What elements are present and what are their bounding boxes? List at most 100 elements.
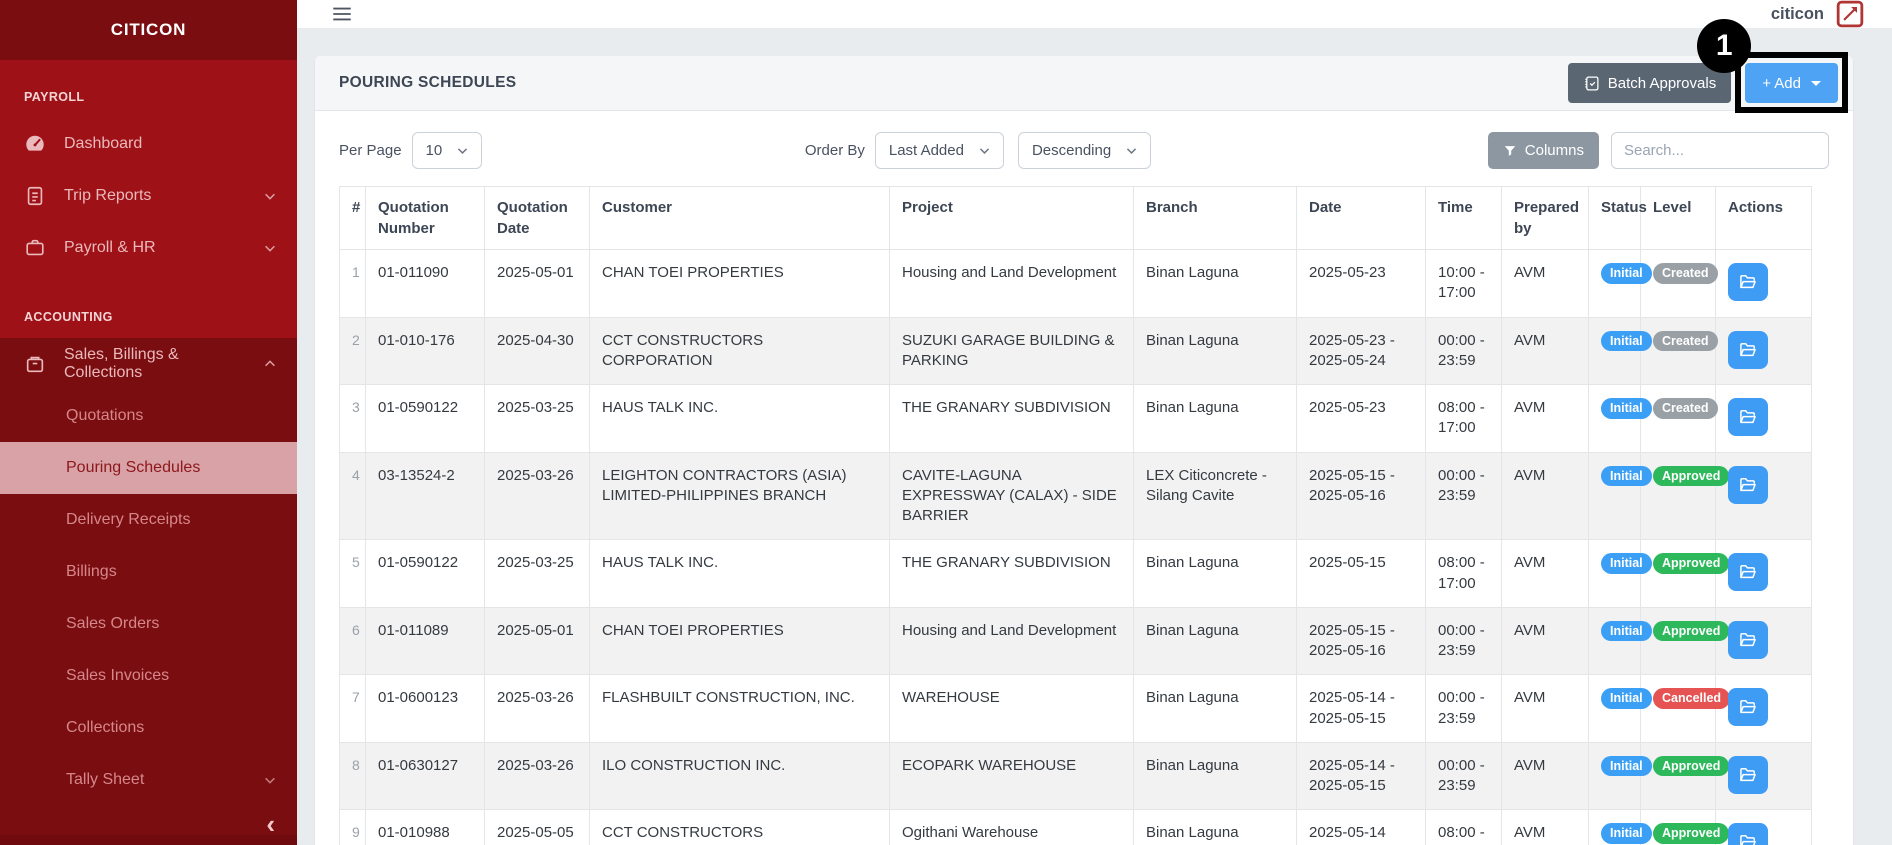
- cell-time: 00:00 - 23:59: [1425, 606, 1502, 676]
- sidebar-item-trip-reports[interactable]: Trip Reports: [0, 170, 297, 222]
- status-badge: Initial: [1601, 465, 1652, 486]
- open-record-button[interactable]: [1728, 330, 1768, 369]
- cell-level: Created: [1640, 316, 1718, 385]
- cell-status: Initial: [1588, 384, 1652, 453]
- open-record-button[interactable]: [1728, 263, 1768, 301]
- row-number: 3: [339, 384, 366, 453]
- status-badge: Initial: [1601, 688, 1652, 709]
- sidebar-subitem-label: Sales Orders: [66, 615, 160, 632]
- status-badge: Initial: [1601, 330, 1652, 351]
- sidebar-subitem[interactable]: Pouring Schedules: [0, 442, 297, 494]
- cell-time: 00:00 - 23:59: [1425, 674, 1502, 743]
- brand-name: citicon: [1770, 4, 1824, 23]
- folder-open-icon: [1738, 562, 1758, 582]
- cell-time: 00:00 - 23:59: [1425, 741, 1502, 811]
- cell-project: CAVITE-LAGUNA EXPRESSWAY (CALAX) - SIDE …: [889, 451, 1134, 541]
- sidebar-item-payroll-hr[interactable]: Payroll & HR: [0, 222, 297, 274]
- sidebar-item-label: Payroll & HR: [64, 239, 156, 256]
- checklist-icon: [1583, 75, 1600, 92]
- sort-direction-select[interactable]: Descending: [1017, 132, 1152, 169]
- cell-project: THE GRANARY SUBDIVISION: [889, 384, 1134, 453]
- status-badge: Initial: [1601, 398, 1652, 419]
- sidebar-item-dashboard[interactable]: Dashboard: [0, 118, 297, 170]
- open-record-button[interactable]: [1728, 620, 1768, 659]
- level-badge: Approved: [1653, 553, 1730, 574]
- open-record-button[interactable]: [1728, 823, 1768, 845]
- brand-logo-icon[interactable]: [1836, 0, 1864, 28]
- folder-open-icon: [1738, 407, 1758, 427]
- sidebar-item-sales-billings-collections[interactable]: Sales, Billings & Collections: [0, 338, 297, 390]
- cell-quotation-number: 01-0600123: [365, 674, 485, 743]
- chevron-up-icon: [263, 357, 277, 371]
- cell-actions: [1715, 674, 1812, 743]
- sidebar-section-accounting: ACCOUNTING: [24, 310, 113, 324]
- cell-project: Housing and Land Development: [889, 606, 1134, 676]
- sidebar-subitem[interactable]: Quotations: [0, 390, 297, 442]
- sidebar-item-label: Sales, Billings & Collections: [64, 346, 179, 381]
- cell-level: Approved: [1640, 539, 1730, 608]
- cell-actions: [1715, 384, 1812, 453]
- search-input[interactable]: [1610, 132, 1829, 169]
- cell-quotation-number: 03-13524-2: [365, 451, 485, 541]
- cell-status: Initial: [1588, 809, 1652, 845]
- table-tools-group: Columns: [1487, 132, 1829, 169]
- cell-branch: Binan Laguna: [1133, 249, 1297, 318]
- cell-actions: [1715, 451, 1812, 541]
- sidebar-collapse-button[interactable]: ‹: [266, 811, 275, 837]
- sidebar-subitem[interactable]: Billings: [0, 546, 297, 598]
- folder-open-icon: [1738, 832, 1758, 845]
- table-header-cell: Quotation Number: [365, 186, 485, 250]
- level-badge: Approved: [1653, 823, 1730, 844]
- table-body: 1 01-011090 2025-05-01 CHAN TOEI PROPERT…: [339, 249, 1812, 845]
- open-record-button[interactable]: [1728, 398, 1768, 436]
- cell-customer: CHAN TOEI PROPERTIES: [589, 606, 890, 676]
- row-number: 9: [339, 809, 366, 845]
- per-page-label: Per Page: [339, 142, 402, 159]
- cell-project: Ogithani Warehouse: [889, 809, 1134, 845]
- row-number: 6: [339, 606, 366, 676]
- order-by-select[interactable]: Last Added: [874, 132, 1004, 169]
- sidebar-section-payroll: PAYROLL: [24, 90, 85, 104]
- sidebar-subitem[interactable]: Sales Orders: [0, 598, 297, 650]
- status-badge: Initial: [1601, 553, 1652, 574]
- row-number: 7: [339, 674, 366, 743]
- sidebar-subitem[interactable]: Sales Invoices: [0, 650, 297, 702]
- cell-quotation-date: 2025-03-26: [484, 741, 590, 811]
- cell-date: 2025-05-15 - 2025-05-16: [1296, 451, 1426, 541]
- cell-quotation-date: 2025-03-25: [484, 539, 590, 608]
- row-number: 4: [339, 451, 366, 541]
- open-record-button[interactable]: [1728, 755, 1768, 794]
- sidebar-subitem[interactable]: Collections: [0, 702, 297, 754]
- columns-button[interactable]: Columns: [1487, 132, 1599, 169]
- table-row: 2 01-010-176 2025-04-30 CCT CONSTRUCTORS…: [339, 316, 1812, 385]
- cell-branch: Binan Laguna: [1133, 384, 1297, 453]
- table-header-cell: Branch: [1133, 186, 1297, 250]
- table-header-cell: Project: [889, 186, 1134, 250]
- sidebar-subitem[interactable]: Delivery Receipts: [0, 494, 297, 546]
- cell-prepared-by: AVM: [1501, 741, 1589, 811]
- sidebar-footer: ‹: [0, 811, 297, 845]
- open-record-button[interactable]: [1728, 688, 1768, 727]
- folder-open-icon: [1738, 765, 1758, 785]
- per-page-select[interactable]: 10: [411, 132, 483, 169]
- app-window: CITICON PAYROLL Dashboard Trip Reports P…: [0, 0, 1892, 845]
- add-button[interactable]: + Add: [1745, 63, 1838, 103]
- batch-approvals-button[interactable]: Batch Approvals: [1567, 63, 1732, 103]
- cell-level: Cancelled: [1640, 674, 1731, 743]
- cell-status: Initial: [1588, 249, 1652, 318]
- table-header-cell: Prepared by: [1501, 186, 1589, 250]
- cell-quotation-number: 01-011089: [365, 606, 485, 676]
- cell-status: Initial: [1588, 606, 1652, 676]
- table-row: 7 01-0600123 2025-03-26 FLASHBUILT CONST…: [339, 674, 1812, 743]
- open-record-button[interactable]: [1728, 465, 1768, 504]
- row-number: 5: [339, 539, 366, 608]
- sidebar-subitem[interactable]: Tally Sheet: [0, 754, 297, 806]
- hamburger-menu-icon[interactable]: [330, 2, 354, 26]
- cell-date: 2025-05-23 - 2025-05-24: [1296, 316, 1426, 385]
- cell-actions: [1715, 741, 1812, 811]
- open-record-button[interactable]: [1728, 553, 1768, 592]
- cell-quotation-date: 2025-05-01: [484, 606, 590, 676]
- cell-quotation-date: 2025-05-01: [484, 249, 590, 318]
- cell-prepared-by: AVM: [1501, 606, 1589, 676]
- per-page-value: 10: [425, 142, 443, 159]
